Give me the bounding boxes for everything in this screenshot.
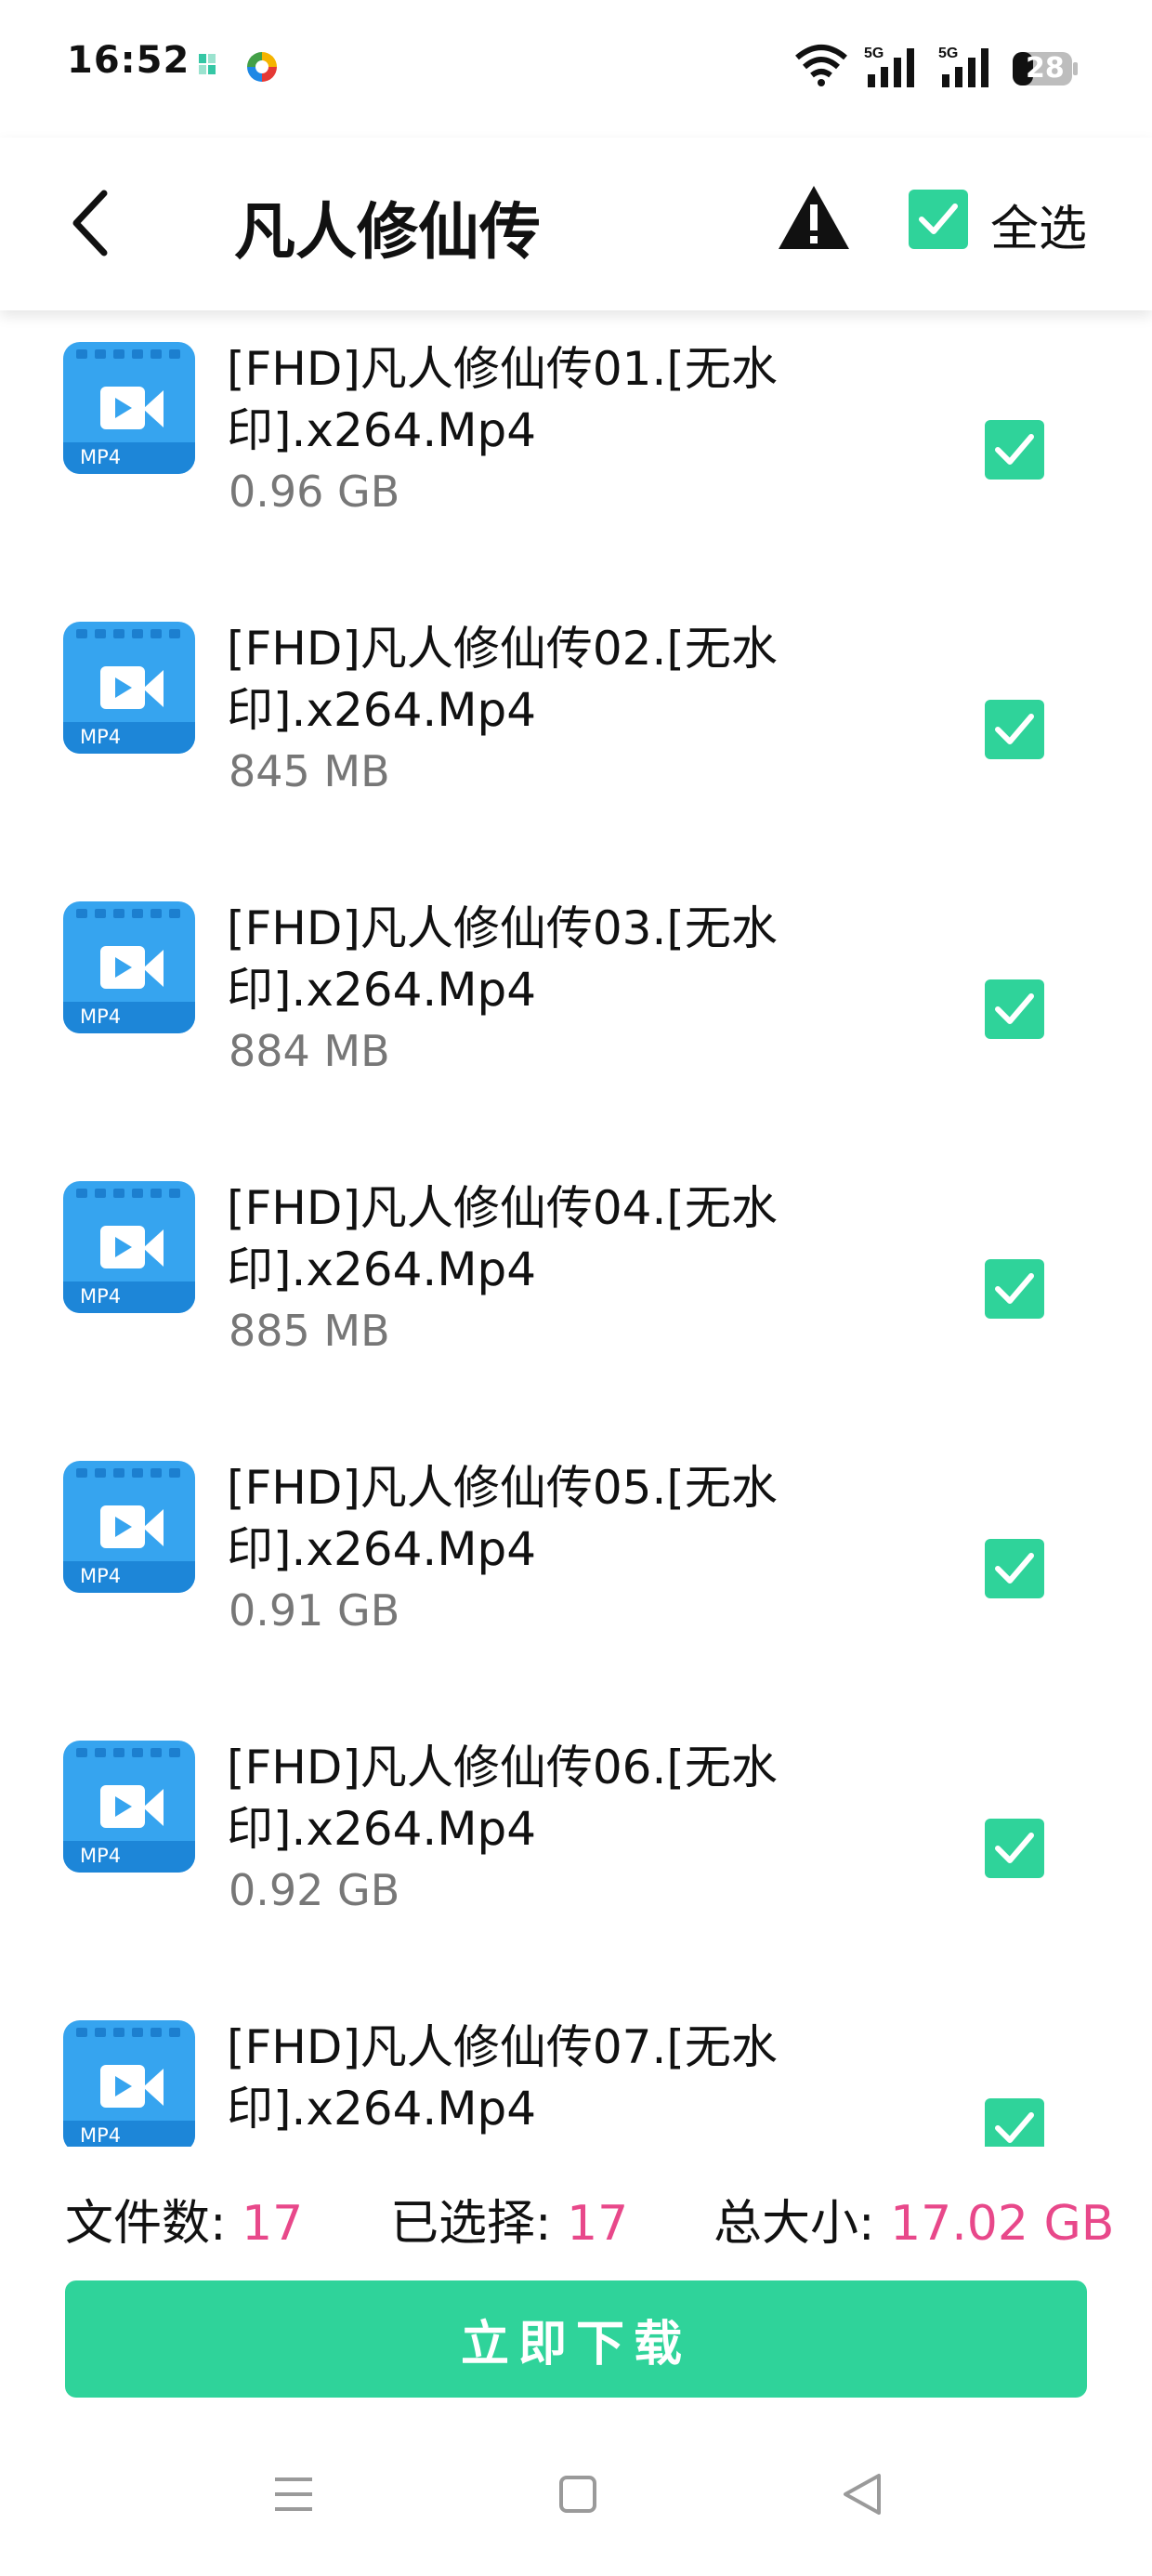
total-size-label: 总大小: xyxy=(713,2196,891,2252)
file-count: 文件数: 17 xyxy=(65,2184,303,2254)
video-file-icon: MP4 xyxy=(63,2020,195,2147)
app-notification-icon xyxy=(199,54,216,74)
list-item[interactable]: MP4 [FHD]凡人修仙传06.[无水印].x264.Mp4 0.92 GB xyxy=(0,1709,1152,1989)
file-name: [FHD]凡人修仙传05.[无水印].x264.Mp4 xyxy=(227,1461,778,1576)
file-list[interactable]: MP4 [FHD]凡人修仙传01.[无水印].x264.Mp4 0.96 GB … xyxy=(0,310,1152,2147)
status-time: 16:52 xyxy=(67,39,190,82)
file-checkbox[interactable] xyxy=(985,2098,1044,2147)
file-size: 884 MB xyxy=(229,1026,390,1076)
file-type-badge: MP4 xyxy=(80,2124,122,2147)
file-checkbox[interactable] xyxy=(985,979,1044,1039)
select-all-label[interactable]: 全选 xyxy=(990,190,1087,259)
wifi-icon xyxy=(795,45,847,86)
file-size: 885 MB xyxy=(229,1306,390,1356)
video-file-icon: MP4 xyxy=(63,622,195,754)
file-size: 845 MB xyxy=(229,746,390,796)
chevron-left-icon[interactable] xyxy=(67,186,113,260)
file-type-badge: MP4 xyxy=(80,446,122,468)
file-type-badge: MP4 xyxy=(80,1285,122,1308)
warning-icon[interactable] xyxy=(777,184,851,251)
total-size: 总大小: 17.02 GB xyxy=(713,2184,1114,2254)
file-type-badge: MP4 xyxy=(80,1005,122,1028)
select-all-checkbox[interactable] xyxy=(909,190,968,249)
checkmark-icon xyxy=(919,204,958,234)
video-file-icon: MP4 xyxy=(63,342,195,474)
file-checkbox[interactable] xyxy=(985,1259,1044,1319)
file-checkbox[interactable] xyxy=(985,1819,1044,1878)
list-item[interactable]: MP4 [FHD]凡人修仙传05.[无水印].x264.Mp4 0.91 GB xyxy=(0,1429,1152,1709)
file-count-label: 文件数: xyxy=(65,2196,242,2252)
file-count-value: 17 xyxy=(242,2196,304,2252)
list-item[interactable]: MP4 [FHD]凡人修仙传04.[无水印].x264.Mp4 885 MB xyxy=(0,1150,1152,1429)
list-item[interactable]: MP4 [FHD]凡人修仙传02.[无水印].x264.Mp4 845 MB xyxy=(0,590,1152,870)
video-file-icon: MP4 xyxy=(63,901,195,1033)
network-type-1: 5G xyxy=(864,46,884,61)
home-icon[interactable] xyxy=(557,2474,598,2515)
list-item[interactable]: MP4 [FHD]凡人修仙传01.[无水印].x264.Mp4 0.96 GB xyxy=(0,310,1152,590)
video-file-icon: MP4 xyxy=(63,1741,195,1873)
system-navigation-bar xyxy=(0,2435,1152,2576)
checkmark-icon xyxy=(995,1273,1034,1304)
file-type-badge: MP4 xyxy=(80,1845,122,1867)
checkmark-icon xyxy=(995,714,1034,744)
file-name: [FHD]凡人修仙传07.[无水印].x264.Mp4 xyxy=(227,2020,778,2136)
selection-summary: 文件数: 17 已选择: 17 总大小: 17.02 GB xyxy=(0,2147,1152,2277)
file-checkbox[interactable] xyxy=(985,700,1044,759)
signal-icon-1: 5G xyxy=(864,46,914,87)
status-bar: 16:52 5G 5G 28 xyxy=(0,0,1152,138)
total-size-value: 17.02 GB xyxy=(890,2196,1115,2252)
list-item[interactable]: MP4 [FHD]凡人修仙传07.[无水印].x264.Mp4 xyxy=(0,1989,1152,2147)
network-type-2: 5G xyxy=(938,46,958,61)
file-name: [FHD]凡人修仙传02.[无水印].x264.Mp4 xyxy=(227,622,778,737)
file-name: [FHD]凡人修仙传04.[无水印].x264.Mp4 xyxy=(227,1181,778,1296)
selected-count-label: 已选择: xyxy=(390,2196,568,2252)
battery-level: 28 xyxy=(1026,52,1065,85)
video-file-icon: MP4 xyxy=(63,1461,195,1593)
list-item[interactable]: MP4 [FHD]凡人修仙传03.[无水印].x264.Mp4 884 MB xyxy=(0,870,1152,1150)
page-title: 凡人修仙传 xyxy=(234,196,541,268)
file-name: [FHD]凡人修仙传06.[无水印].x264.Mp4 xyxy=(227,1741,778,1856)
menu-icon[interactable] xyxy=(271,2474,316,2515)
checkmark-icon xyxy=(995,1833,1034,1863)
video-file-icon: MP4 xyxy=(63,1181,195,1313)
checkmark-icon xyxy=(995,1553,1034,1584)
file-size: 0.92 GB xyxy=(229,1865,400,1915)
download-now-button[interactable]: 立即下载 xyxy=(65,2280,1087,2398)
selected-count: 已选择: 17 xyxy=(390,2184,628,2254)
file-type-badge: MP4 xyxy=(80,1565,122,1587)
file-type-badge: MP4 xyxy=(80,726,122,748)
file-size: 0.91 GB xyxy=(229,1585,400,1636)
back-triangle-icon[interactable] xyxy=(842,2472,884,2517)
app-notification-icon-2 xyxy=(247,52,277,82)
checkmark-icon xyxy=(995,2112,1034,2143)
top-app-bar: 凡人修仙传 全选 xyxy=(0,138,1152,310)
file-size: 0.96 GB xyxy=(229,467,400,517)
selected-count-value: 17 xyxy=(567,2196,629,2252)
file-checkbox[interactable] xyxy=(985,1539,1044,1598)
checkmark-icon xyxy=(995,993,1034,1024)
file-name: [FHD]凡人修仙传01.[无水印].x264.Mp4 xyxy=(227,342,778,457)
file-name: [FHD]凡人修仙传03.[无水印].x264.Mp4 xyxy=(227,901,778,1017)
signal-icon-2: 5G xyxy=(938,46,988,87)
file-checkbox[interactable] xyxy=(985,420,1044,480)
checkmark-icon xyxy=(995,434,1034,465)
